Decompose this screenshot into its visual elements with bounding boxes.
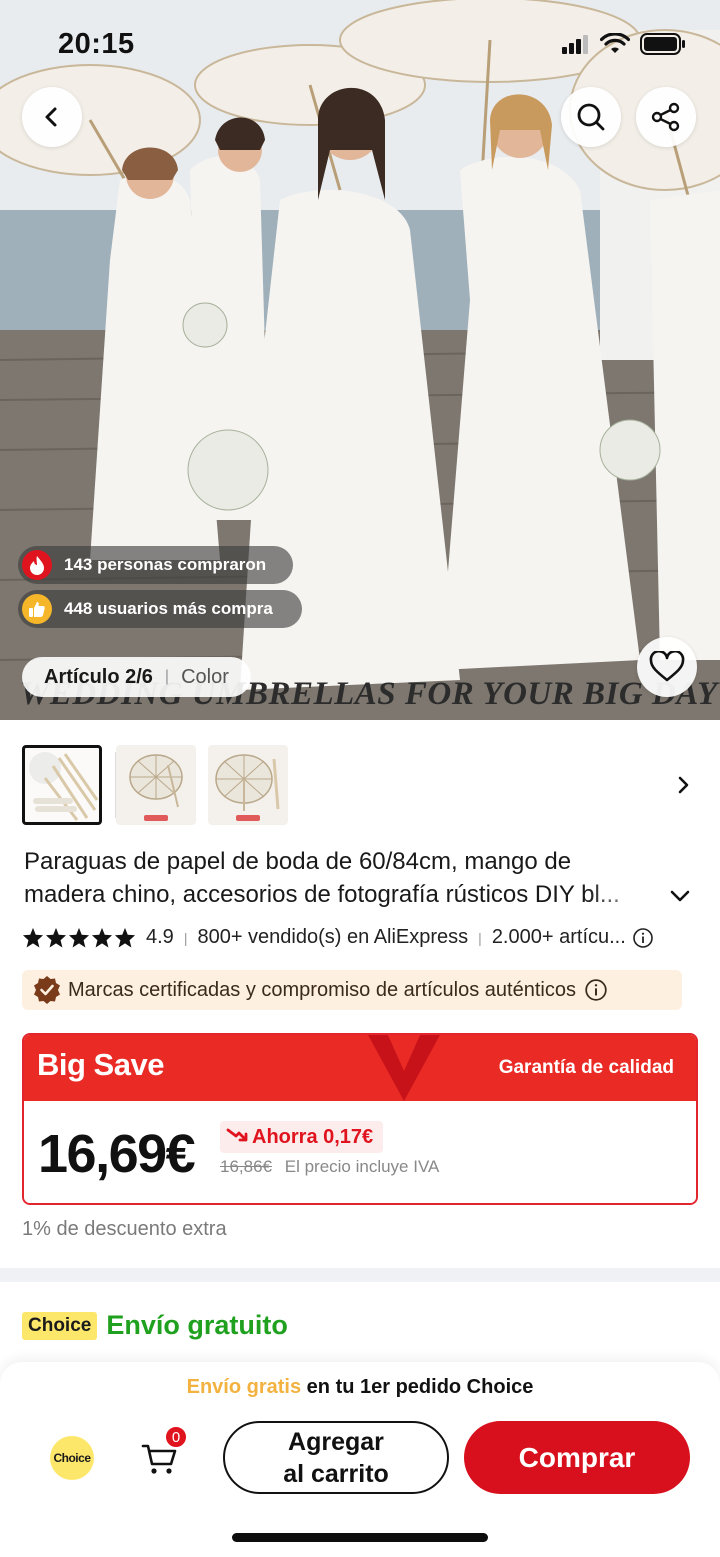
free-shipping-label: Envío gratuito [106,1310,288,1340]
heart-icon [649,651,685,682]
rating-value: 4.9 [146,926,174,948]
umbrella-open-image [129,754,183,821]
article-counter: Artículo 2/6 [44,665,153,688]
article-indicator[interactable]: Artículo 2/6 | Color [22,657,251,697]
product-hero-image[interactable]: 20:15 143 personas compraron 448 usuario… [0,0,720,720]
rating-row[interactable]: 4.9 | 800+ vendido(s) en AliExpress | 2.… [22,926,702,949]
variant-thumbnail[interactable] [208,745,288,825]
chevron-right-icon[interactable] [671,772,697,798]
certified-text: Marcas certificadas y compromiso de artí… [68,978,576,1001]
product-title[interactable]: Paraguas de papel de boda de 60/84cm, ma… [24,845,692,911]
promo-highlight: Envío gratis [186,1376,302,1398]
product-title-line-2: madera chino, accesorios de fotografía r… [24,881,620,908]
popularity-text: 448 usuarios más compra [64,599,273,618]
star-icon [22,927,44,948]
back-button[interactable] [22,87,82,147]
cellular-signal-icon [562,35,588,54]
popularity-pill: 448 usuarios más compra [18,590,302,628]
sold-count: 800+ vendido(s) en AliExpress [197,926,469,948]
star-icon [114,927,136,948]
umbrella-open-image [215,754,280,821]
color-label: Color [181,665,229,688]
star-icon [45,927,67,948]
share-icon [651,102,680,132]
add-to-cart-button[interactable]: Agregar al carrito [223,1421,449,1494]
shipping-row[interactable]: Choice Envío gratuito [22,1310,288,1341]
original-price-row: 16,86€ El precio incluye IVA [220,1157,439,1177]
variant-thumbnail-selected[interactable] [22,745,102,825]
share-button[interactable] [636,87,696,147]
wifi-icon [600,33,630,53]
search-button[interactable] [561,87,621,147]
thumbs-up-icon [22,594,52,624]
big-save-price-card[interactable]: Big Save Garantía de calidad 16,69€ Ahor… [22,1033,698,1205]
rating-separator: | [478,929,482,946]
star-icon [91,927,113,948]
original-price: 16,86€ [220,1157,272,1176]
choice-tag: Choice [22,1311,98,1340]
down-arrow-icon [226,1128,248,1142]
big-save-header: Big Save Garantía de calidad [24,1035,696,1101]
purchase-count-text: 143 personas compraron [64,555,267,574]
pill-separator: | [164,668,170,685]
chevron-decoration-icon [368,1035,440,1101]
variant-thumbnails [22,745,288,825]
savings-amount: Ahorra 0,17€ [252,1125,374,1148]
wishlist-button[interactable] [637,637,697,697]
status-bar: 20:15 [0,0,720,90]
star-rating [22,927,136,948]
search-icon [577,103,605,131]
chevron-left-icon [45,107,57,127]
promo-line: Envío gratis en tu 1er pedido Choice [0,1376,720,1399]
section-divider [0,1268,720,1282]
price-body: 16,69€ Ahorra 0,17€ 16,86€ El precio inc… [24,1101,696,1203]
promo-rest: en tu 1er pedido Choice [301,1376,534,1398]
status-time: 20:15 [58,28,135,60]
home-indicator [232,1533,488,1542]
info-icon[interactable] [632,927,654,949]
certified-badge-icon [34,976,60,1004]
info-icon[interactable] [584,978,608,1002]
star-icon [68,927,90,948]
product-title-line-1: Paraguas de papel de boda de 60/84cm, ma… [24,848,572,875]
buy-now-button[interactable]: Comprar [464,1421,690,1494]
umbrella-bundle-image [29,752,99,821]
extra-discount-text[interactable]: 1% de descuento extra [22,1218,227,1241]
variant-thumbnail[interactable] [116,745,196,825]
battery-icon [640,33,685,55]
current-price: 16,69€ [38,1124,196,1184]
status-icons [562,33,686,55]
rating-separator: | [183,929,188,946]
cart-count-badge: 0 [164,1425,188,1449]
thumbnail-divider [115,752,116,818]
items-count: 2.000+ artícu... [491,926,626,948]
flame-icon [22,550,52,580]
big-save-label: Big Save [37,1047,164,1082]
purchase-count-pill: 143 personas compraron [18,546,293,584]
certified-brands-banner[interactable]: Marcas certificadas y compromiso de artí… [22,970,682,1010]
savings-badge: Ahorra 0,17€ [220,1121,384,1153]
chevron-down-icon[interactable] [668,886,692,906]
vat-note: El precio incluye IVA [284,1157,440,1176]
choice-store-button[interactable]: Choice [50,1436,94,1480]
quality-guarantee-label: Garantía de calidad [498,1057,674,1078]
